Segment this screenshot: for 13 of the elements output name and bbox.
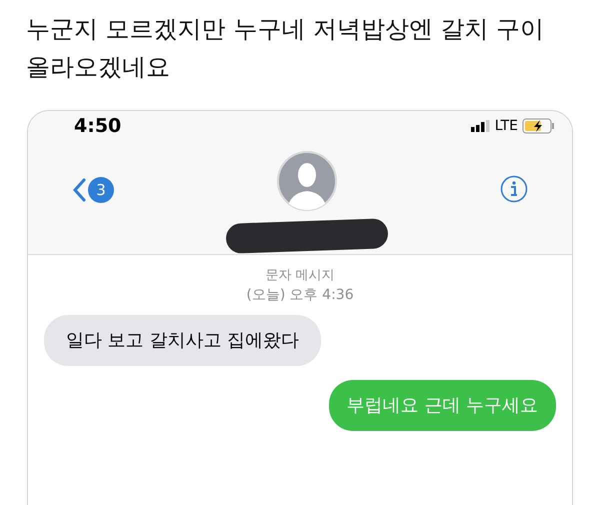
back-button[interactable]: 3 — [72, 177, 114, 203]
received-message-bubble: 일다 보고 갈치사고 집에왔다 — [44, 315, 322, 366]
chevron-left-icon — [72, 178, 86, 202]
service-label: 문자 메시지 — [265, 267, 335, 285]
signal-icon — [470, 120, 491, 132]
network-label: LTE — [494, 116, 518, 136]
message-timestamp: (오늘) 오후 4:36 — [246, 286, 354, 305]
sent-message-bubble: 부럽네요 근데 누구세요 — [328, 380, 556, 431]
status-time: 4:50 — [74, 114, 122, 139]
info-icon[interactable] — [500, 175, 528, 203]
avatar-icon — [277, 151, 337, 211]
unread-count-badge: 3 — [88, 177, 114, 203]
post-caption: 누군지 모르겠지만 누구네 저녁밥상엔 갈치 구이 올라오겠네요 — [26, 14, 546, 83]
